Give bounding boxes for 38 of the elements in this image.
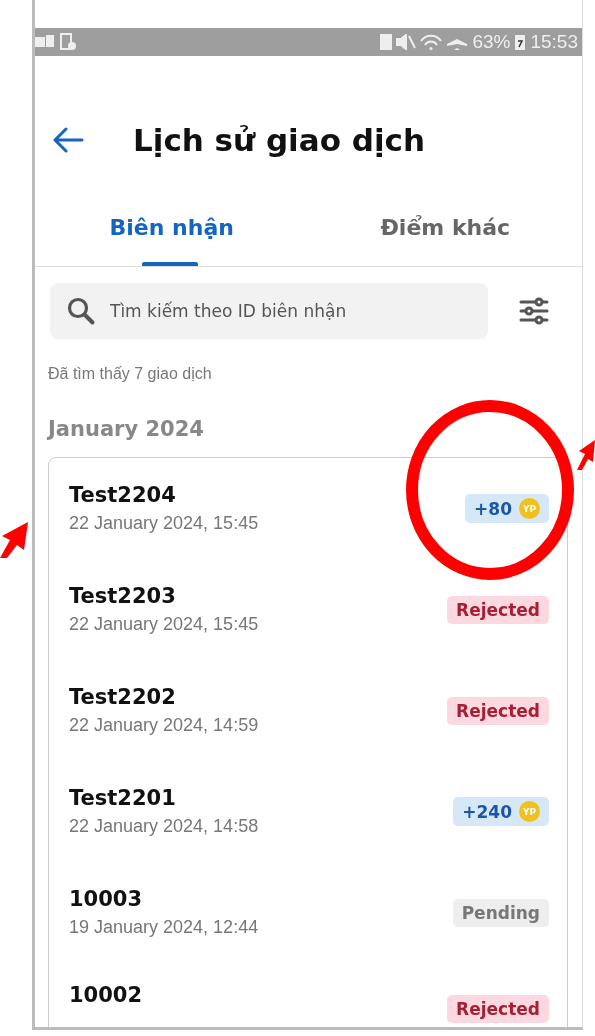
status-badge: +80 YP	[465, 494, 549, 523]
status-badge: Rejected	[447, 995, 549, 1023]
back-arrow-icon[interactable]	[52, 126, 84, 153]
status-badge: Pending	[452, 898, 549, 927]
annotation-arrow	[577, 440, 595, 470]
annotation-arrow	[0, 520, 28, 558]
tab-indicator	[141, 262, 198, 266]
tab[interactable]: Điểm khác	[308, 193, 582, 266]
filter-sliders-icon[interactable]	[518, 295, 550, 327]
battery-percentage: 63%	[472, 31, 511, 53]
transaction-date: 22 January 2024, 15:45	[69, 513, 259, 534]
search-field[interactable]: Tìm kiếm theo ID biên nhận	[50, 283, 488, 339]
coin-icon: YP	[519, 801, 540, 822]
transaction-date: 22 January 2024, 15:45	[69, 614, 259, 635]
tab[interactable]: Biên nhận	[35, 193, 309, 266]
transaction-id[interactable]: Test2201	[69, 786, 259, 810]
transaction-id[interactable]: Test2202	[69, 685, 259, 709]
transaction-id[interactable]: 10002	[69, 983, 143, 1007]
search-icon	[66, 296, 96, 326]
status-badge: Rejected	[447, 595, 549, 624]
status-badge: Rejected	[447, 696, 549, 725]
transaction-id[interactable]: 10003	[69, 887, 259, 911]
transaction-id[interactable]: Test2204	[69, 483, 259, 507]
status-badge: +240 YP	[453, 797, 549, 826]
clock-time: 15:53	[530, 31, 578, 53]
battery-icon	[514, 33, 527, 51]
month-heading: January 2024	[48, 417, 205, 441]
screen-notification-icon	[59, 33, 77, 51]
coin-icon: YP	[519, 498, 540, 519]
mute-icon	[396, 34, 417, 50]
result-count: Đã tìm thấy 7 giao dịch	[48, 365, 213, 383]
transaction-date: 22 January 2024, 14:59	[69, 715, 259, 736]
app-notification-icon	[35, 35, 55, 49]
page-title: Lịch sử giao dịch	[133, 121, 426, 158]
transaction-date: 19 January 2024, 12:44	[69, 917, 259, 938]
wifi-icon	[420, 34, 443, 50]
transaction-id[interactable]: Test2203	[69, 584, 259, 608]
transaction-date: 22 January 2024, 14:58	[69, 816, 259, 837]
